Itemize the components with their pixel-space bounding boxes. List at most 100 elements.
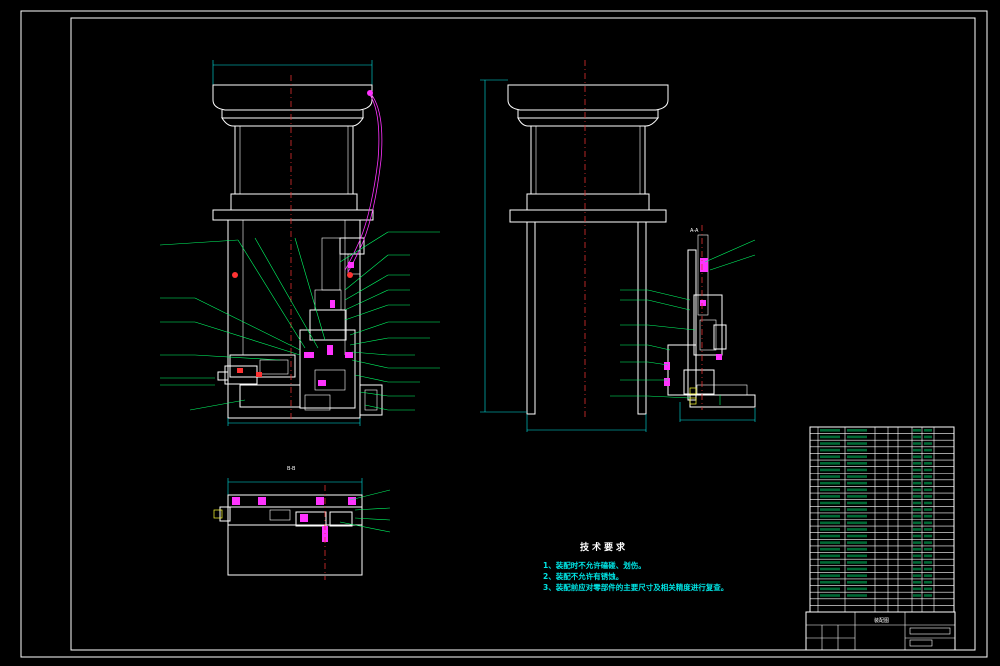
bom-cell-mark <box>913 521 921 525</box>
outer-border <box>20 10 988 658</box>
bom-cell-mark <box>820 468 840 472</box>
bom-cell-mark <box>913 475 921 478</box>
bom-cell-mark <box>820 567 840 571</box>
bom-cell-mark <box>924 429 932 432</box>
bom-cell-mark <box>913 442 921 445</box>
bom-cell-mark <box>924 554 932 558</box>
bom-cell-mark <box>913 455 921 459</box>
bom-cell-mark <box>847 508 867 511</box>
section-aa-label: A-A <box>690 228 699 234</box>
bom-cell-mark <box>820 508 840 511</box>
bom-cell-mark <box>924 455 932 459</box>
bom-cell-mark <box>820 594 840 597</box>
bom-cell-mark <box>913 501 921 505</box>
bom-cell-mark <box>913 561 921 564</box>
bom-cell-mark <box>924 481 932 485</box>
bom-cell-mark <box>820 534 840 538</box>
bom-cell-mark <box>847 455 867 459</box>
bom-cell-mark <box>820 528 840 531</box>
bom-cell-mark <box>820 455 840 459</box>
bom-cell-mark <box>847 475 867 478</box>
bom-cell-mark <box>924 501 932 505</box>
bom-cell-mark <box>913 481 921 485</box>
bom-cell-mark <box>913 574 921 577</box>
bom-cell-mark <box>924 541 932 544</box>
bom-cell-mark <box>847 521 867 525</box>
bom-cell-mark <box>924 587 932 591</box>
bom-cell-mark <box>913 448 921 452</box>
bom-cell-mark <box>913 541 921 544</box>
bom-cell-mark <box>820 475 840 478</box>
bom-cell-mark <box>913 567 921 571</box>
bom-cell-mark <box>847 481 867 485</box>
bom-cell-mark <box>924 488 932 492</box>
bom-cell-mark <box>820 587 840 591</box>
bom-cell-mark <box>924 435 932 439</box>
bom-cell-mark <box>847 462 867 465</box>
bom-cell-mark <box>924 594 932 597</box>
bom-cell-mark <box>924 534 932 538</box>
bom-cell-mark <box>924 567 932 571</box>
bom-cell-mark <box>847 528 867 531</box>
side-view <box>480 60 669 432</box>
bom-cell-mark <box>847 561 867 564</box>
cad-drawing: A-A B-B 技术要求 1、装配时不允许磕碰、划伤。 2、装配不允许有锈蚀。 … <box>20 10 988 658</box>
bom-cell-mark <box>913 435 921 439</box>
bom-cell-mark <box>847 468 867 472</box>
bom-cell-mark <box>913 514 921 518</box>
bom-cell-mark <box>820 462 840 465</box>
bom-cell-mark <box>913 547 921 551</box>
bom-cell-mark <box>924 528 932 531</box>
bom-cell-mark <box>847 448 867 452</box>
cad-drawing-canvas: A-A B-B 技术要求 1、装配时不允许磕碰、划伤。 2、装配不允许有锈蚀。 … <box>0 0 1000 666</box>
bom-cell-mark <box>847 594 867 597</box>
bom-cell-mark <box>847 435 867 439</box>
bom-cell-mark <box>820 580 840 584</box>
bom-cell-mark <box>913 468 921 472</box>
bom-cell-mark <box>924 442 932 445</box>
bom-cell-mark <box>847 541 867 544</box>
bom-cell-mark <box>924 514 932 518</box>
tech-req-title: 技术要求 <box>580 541 628 553</box>
bom-cell-mark <box>820 448 840 452</box>
bom-cell-mark <box>924 580 932 584</box>
drawing-name: 装配图 <box>874 617 889 624</box>
bom-cell-mark <box>820 488 840 492</box>
bill-of-materials <box>809 426 955 613</box>
bom-cell-mark <box>820 435 840 439</box>
section-bb-label: B-B <box>287 466 296 472</box>
bom-cell-mark <box>847 514 867 518</box>
bom-cell-mark <box>847 534 867 538</box>
bom-cell-mark <box>924 508 932 511</box>
bom-cell-mark <box>847 495 867 498</box>
bom-cell-mark <box>820 541 840 544</box>
bom-cell-mark <box>913 554 921 558</box>
bom-cell-mark <box>820 521 840 525</box>
bom-cell-mark <box>913 587 921 591</box>
bom-cell-mark <box>913 580 921 584</box>
bom-cell-mark <box>913 508 921 511</box>
bom-cell-mark <box>924 495 932 498</box>
bom-cell-mark <box>820 514 840 518</box>
tech-req-item-2: 2、装配不允许有锈蚀。 <box>543 571 623 581</box>
bom-cell-mark <box>924 468 932 472</box>
bom-cell-mark <box>913 528 921 531</box>
bom-cell-mark <box>820 442 840 445</box>
bom-cell-mark <box>847 488 867 492</box>
bom-cell-mark <box>847 580 867 584</box>
section-aa: A-A <box>610 225 756 422</box>
bom-cell-mark <box>847 501 867 505</box>
bom-cell-mark <box>924 561 932 564</box>
bom-cell-mark <box>913 534 921 538</box>
bom-cell-mark <box>820 547 840 551</box>
bom-cell-mark <box>913 495 921 498</box>
front-view <box>159 60 440 426</box>
bom-cell-mark <box>847 429 867 432</box>
title-block: 装配图 <box>805 611 956 651</box>
bom-cell-mark <box>847 442 867 445</box>
bom-cell-mark <box>847 587 867 591</box>
bom-cell-mark <box>820 574 840 577</box>
bom-cell-mark <box>820 429 840 432</box>
bom-cell-mark <box>820 495 840 498</box>
bom-cell-mark <box>924 448 932 452</box>
